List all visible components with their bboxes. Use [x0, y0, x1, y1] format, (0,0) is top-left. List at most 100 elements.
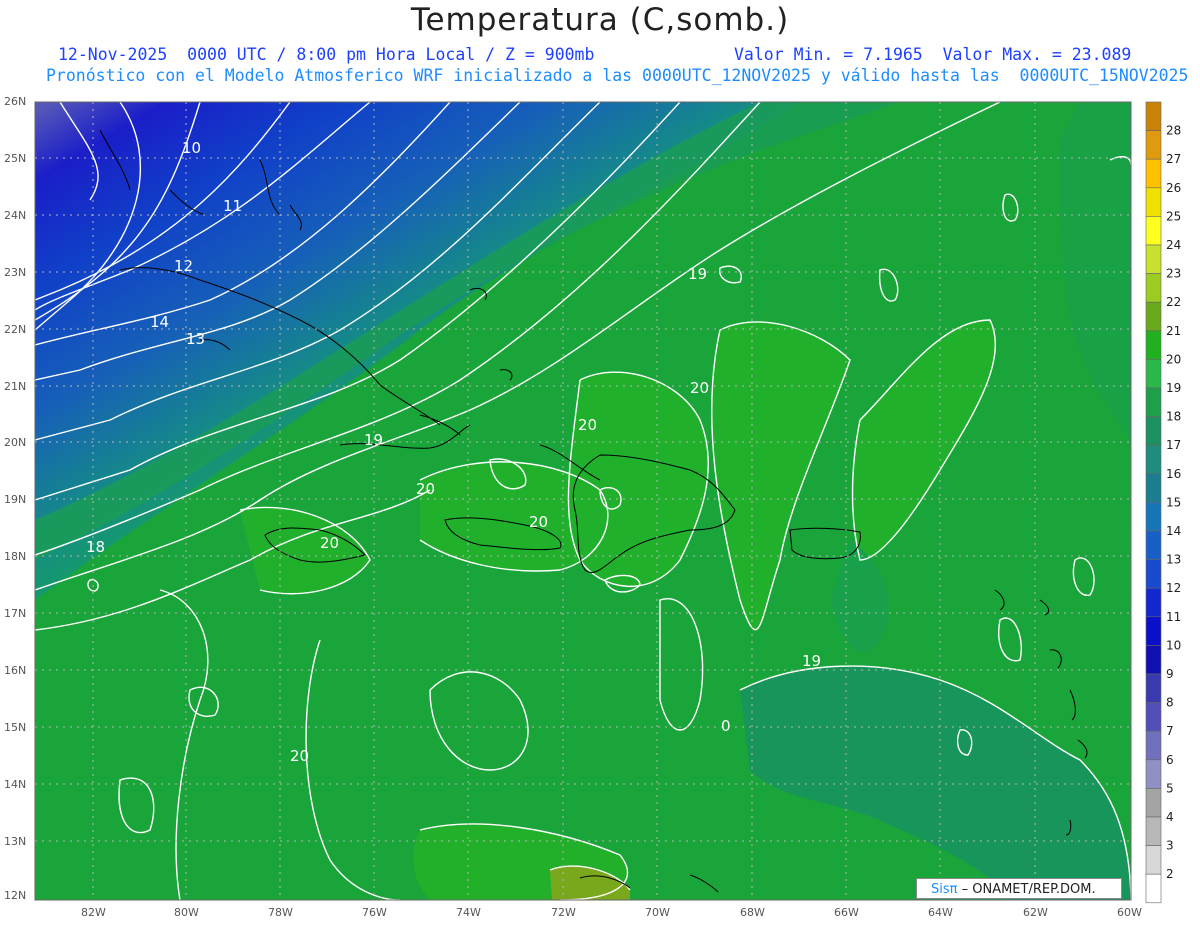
- colorbar-swatch: [1145, 788, 1162, 818]
- colorbar-swatch: [1145, 444, 1162, 475]
- contour-label: 19: [688, 265, 707, 283]
- colorbar-tick-label: 17: [1166, 438, 1181, 452]
- colorbar-swatch: [1145, 187, 1162, 217]
- lat-tick-label: 15N: [4, 721, 26, 734]
- contour-label: 18: [86, 538, 105, 556]
- colorbar-swatch: [1145, 730, 1162, 761]
- colorbar-swatch: [1145, 587, 1162, 618]
- colorbar-tick-label: 27: [1166, 152, 1181, 166]
- colorbar-tick-label: 28: [1166, 124, 1181, 138]
- lat-tick-label: 12N: [4, 889, 26, 902]
- lat-tick-label: 20N: [4, 436, 26, 449]
- colorbar-tick-label: 11: [1166, 610, 1181, 624]
- colorbar-tick-label: 18: [1166, 410, 1181, 424]
- lon-tick-label: 74W: [456, 906, 481, 919]
- latitude-axis: 26N 25N 24N 23N 22N 21N 20N 19N 18N 17N …: [4, 95, 26, 902]
- colorbar-swatch: [1145, 702, 1162, 732]
- lat-tick-label: 18N: [4, 550, 26, 563]
- lat-tick-label: 24N: [4, 209, 26, 222]
- colorbar-tick-label: 9: [1166, 667, 1174, 681]
- colorbar-tick-label: 19: [1166, 381, 1181, 395]
- lat-tick-label: 22N: [4, 323, 26, 336]
- colorbar-tick-label: 15: [1166, 495, 1181, 509]
- colorbar: 2827262524232221201918171615141312111098…: [1145, 101, 1181, 904]
- colorbar-tick-label: 23: [1166, 267, 1181, 281]
- lat-tick-label: 13N: [4, 835, 26, 848]
- colorbar-tick-label: 25: [1166, 209, 1181, 223]
- lon-tick-label: 66W: [834, 906, 859, 919]
- lon-tick-label: 82W: [81, 906, 106, 919]
- colorbar-swatch: [1145, 559, 1162, 589]
- colorbar-tick-label: 7: [1166, 724, 1174, 738]
- contour-label: 19: [802, 652, 821, 670]
- contour-label: 20: [320, 534, 339, 552]
- colorbar-tick-label: 8: [1166, 696, 1174, 710]
- colorbar-tick-label: 20: [1166, 352, 1181, 366]
- colorbar-swatch: [1145, 273, 1162, 303]
- lon-tick-label: 64W: [928, 906, 953, 919]
- colorbar-tick-label: 22: [1166, 295, 1181, 309]
- colorbar-swatch: [1145, 130, 1162, 160]
- lat-tick-label: 16N: [4, 664, 26, 677]
- colorbar-swatch: [1145, 673, 1162, 703]
- lon-tick-label: 70W: [645, 906, 670, 919]
- colorbar-swatch: [1145, 158, 1162, 189]
- colorbar-tick-label: 12: [1166, 581, 1181, 595]
- colorbar-swatch: [1145, 301, 1162, 332]
- lat-tick-label: 25N: [4, 152, 26, 165]
- colorbar-tick-label: 3: [1166, 839, 1174, 853]
- credit-org: – ONAMET/REP.DOM.: [957, 882, 1096, 897]
- contour-label: 20: [690, 379, 709, 397]
- contour-label: 20: [416, 480, 435, 498]
- contour-label: 12: [174, 257, 193, 275]
- colorbar-swatch: [1145, 645, 1162, 675]
- contour-label: 10: [182, 139, 201, 157]
- colorbar-swatch: [1145, 530, 1162, 560]
- contour-label: 11: [223, 197, 242, 215]
- colorbar-tick-label: 10: [1166, 638, 1181, 652]
- lon-tick-label: 60W: [1117, 906, 1142, 919]
- contour-label: 20: [290, 747, 309, 765]
- contour-label: 19: [364, 431, 383, 449]
- colorbar-tick-label: 16: [1166, 467, 1181, 481]
- colorbar-swatch: [1145, 473, 1162, 503]
- colorbar-tick-label: 4: [1166, 810, 1174, 824]
- colorbar-swatch: [1145, 502, 1162, 532]
- colorbar-swatch: [1145, 816, 1162, 846]
- colorbar-swatch: [1145, 845, 1162, 875]
- colorbar-tick-label: 13: [1166, 553, 1181, 567]
- lat-tick-label: 26N: [4, 95, 26, 108]
- temperature-map: 10 11 12 14 13 19 20 20 20 20 19 18 20 2…: [4, 95, 1181, 919]
- colorbar-swatch: [1145, 359, 1162, 389]
- contour-label: 13: [186, 330, 205, 348]
- colorbar-swatch: [1145, 216, 1162, 246]
- lon-tick-label: 78W: [268, 906, 293, 919]
- credit-box: Sisπ – ONAMET/REP.DOM.: [916, 878, 1122, 899]
- temperature-field: [35, 102, 1131, 900]
- colorbar-swatch: [1145, 873, 1162, 904]
- colorbar-swatch: [1145, 387, 1162, 417]
- colorbar-swatch: [1145, 759, 1162, 789]
- contour-label: 0: [721, 717, 731, 735]
- colorbar-tick-label: 6: [1166, 753, 1174, 767]
- contour-label: 20: [578, 416, 597, 434]
- lon-tick-label: 80W: [174, 906, 199, 919]
- colorbar-swatch: [1145, 616, 1162, 646]
- colorbar-tick-label: 2: [1166, 867, 1174, 881]
- sispi-logo-text: Sisπ: [931, 882, 958, 897]
- colorbar-tick-label: 26: [1166, 181, 1181, 195]
- lat-tick-label: 17N: [4, 607, 26, 620]
- contour-label: 14: [150, 313, 169, 331]
- lon-tick-label: 68W: [740, 906, 765, 919]
- colorbar-swatch: [1145, 416, 1162, 446]
- colorbar-tick-label: 21: [1166, 324, 1181, 338]
- lon-tick-label: 62W: [1023, 906, 1048, 919]
- lon-tick-label: 72W: [551, 906, 576, 919]
- lat-tick-label: 21N: [4, 380, 26, 393]
- colorbar-swatch: [1145, 244, 1162, 274]
- lat-tick-label: 14N: [4, 778, 26, 791]
- lat-tick-label: 23N: [4, 266, 26, 279]
- lon-tick-label: 76W: [362, 906, 387, 919]
- lat-tick-label: 19N: [4, 493, 26, 506]
- colorbar-swatch: [1145, 101, 1162, 131]
